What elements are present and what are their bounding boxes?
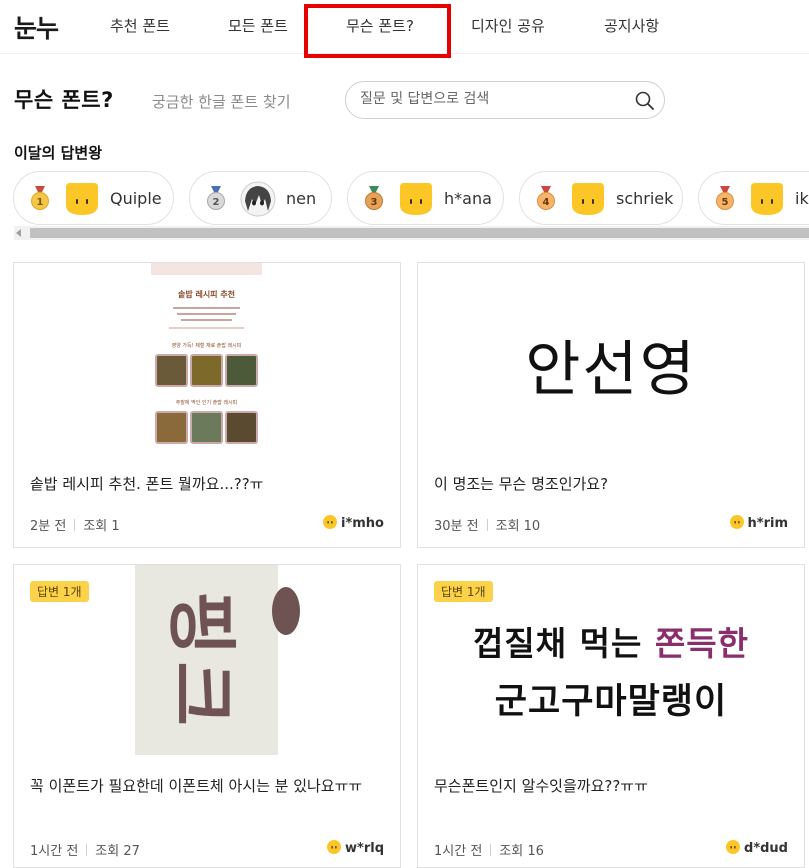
smiley-avatar-icon (751, 183, 783, 215)
author-name: h*rim (747, 516, 788, 531)
poster-section-1: 영양 가득! 제철 재료 솥밥 레시피 (171, 343, 242, 349)
smiley-avatar-icon (729, 515, 744, 529)
ranking-username: schriek (616, 189, 674, 208)
card-author[interactable]: d*dud (726, 840, 788, 856)
medal-rank: 2 (213, 197, 220, 208)
smiley-avatar-icon (323, 515, 337, 529)
page-title: 무슨 폰트? (14, 88, 114, 112)
post-time: 1시간 전 (434, 844, 483, 859)
ranking-scrollbar[interactable] (14, 226, 809, 240)
font-sample-accent: 쫀득한 (654, 624, 749, 663)
font-sample-line-1: 껍질채 먹는 쫀득한 (426, 617, 796, 665)
ranking-username: Quiple (110, 189, 162, 208)
question-card[interactable]: 핑크 답변 1개 꼭 이폰트가 필요한데 이폰트체 아시는 분 있나요ㅠㅠ 1시… (13, 564, 401, 868)
card-title[interactable]: 무슨폰트인지 알수잇을까요??ㅠㅠ (434, 775, 794, 798)
bronze-medal-icon: 3 (365, 186, 383, 210)
search-input[interactable] (360, 91, 630, 107)
ranking-chip[interactable]: 5 ik (698, 171, 809, 225)
ranking-label: 이달의 답변왕 (14, 144, 103, 162)
gold-medal-icon: 1 (31, 186, 49, 210)
view-count: 조회 10 (495, 519, 541, 534)
nav-item-recommended-fonts[interactable]: 추천 폰트 (110, 15, 170, 36)
view-count: 조회 27 (95, 844, 140, 859)
search-icon[interactable] (634, 90, 656, 112)
post-time: 2분 전 (30, 519, 67, 534)
orange-medal-icon: 4 (537, 186, 555, 210)
ranking-chip[interactable]: 1 Quiple (13, 171, 174, 225)
card-meta: 1시간 전 조회 27 (30, 840, 140, 859)
answer-count-badge: 답변 1개 (434, 581, 493, 602)
ranking-username: nen (286, 189, 317, 208)
smiley-avatar-icon (66, 183, 98, 215)
card-meta: 2분 전 조회 1 (30, 515, 120, 534)
scrollbar-thumb[interactable] (30, 228, 809, 238)
view-count: 조회 1 (83, 519, 120, 534)
card-meta: 1시간 전 조회 16 (434, 840, 544, 859)
scroll-left-arrow-icon[interactable] (16, 229, 21, 237)
silver-medal-icon: 2 (207, 186, 225, 210)
smiley-avatar-icon (726, 840, 741, 854)
photo-avatar-icon (240, 181, 276, 217)
author-name: w*rlq (345, 841, 384, 856)
card-author[interactable]: w*rlq (327, 840, 384, 856)
site-logo[interactable]: 눈누 (14, 9, 59, 45)
card-thumbnail: 안선영 (418, 263, 804, 453)
lettering-sample-text: 핑크 (160, 591, 243, 732)
answer-count-badge: 답변 1개 (30, 581, 89, 602)
medal-rank: 5 (722, 197, 729, 208)
smiley-avatar-icon (572, 183, 604, 215)
card-author[interactable]: i*mho (323, 515, 384, 531)
annotation-highlight-box (304, 4, 451, 58)
nav-item-all-fonts[interactable]: 모든 폰트 (228, 15, 288, 36)
search-box[interactable] (345, 81, 665, 119)
font-sample-text: 안선영 (525, 335, 697, 405)
card-meta: 30분 전 조회 10 (434, 515, 540, 534)
orange-medal-icon: 5 (716, 186, 734, 210)
page-subtitle: 궁금한 한글 폰트 찾기 (152, 93, 291, 111)
post-time: 1시간 전 (30, 844, 79, 859)
author-name: i*mho (341, 516, 384, 531)
view-count: 조회 16 (499, 844, 544, 859)
question-card[interactable]: 안선영 이 명조는 무슨 명조인가요? 30분 전 조회 10 h*rim (417, 262, 805, 548)
post-time: 30분 전 (434, 519, 479, 534)
ranking-list: 1 Quiple 2 nen 3 h*ana 4 schriek 5 ik (0, 170, 809, 226)
card-title[interactable]: 이 명조는 무슨 명조인가요? (434, 473, 794, 496)
medal-rank: 1 (37, 197, 44, 208)
nav-item-design-share[interactable]: 디자인 공유 (471, 15, 545, 36)
poster-section-2: 주말에 딱인 인기 솥밥 레시피 (175, 400, 238, 406)
font-sample-plain: 껍질채 먹는 (473, 624, 655, 663)
ranking-username: h*ana (444, 189, 492, 208)
card-thumbnail: 솥밥 레시피 추천 영양 가득! 제철 재료 솥밥 레시피 주말에 딱인 인기 … (14, 263, 400, 453)
smiley-avatar-icon (400, 183, 432, 215)
card-author[interactable]: h*rim (729, 515, 788, 531)
question-card[interactable]: 껍질채 먹는 쫀득한 군고구마말랭이 답변 1개 무슨폰트인지 알수잇을까요??… (417, 564, 805, 868)
ranking-chip[interactable]: 3 h*ana (347, 171, 504, 225)
question-card[interactable]: 솥밥 레시피 추천 영양 가득! 제철 재료 솥밥 레시피 주말에 딱인 인기 … (13, 262, 401, 548)
font-sample-line-2: 군고구마말랭이 (494, 682, 728, 722)
ranking-chip[interactable]: 2 nen (189, 171, 332, 225)
smiley-avatar-icon (327, 840, 342, 854)
medal-rank: 3 (371, 197, 378, 208)
lettering-photo-image: 핑크 (135, 565, 278, 755)
medal-rank: 4 (543, 197, 550, 208)
author-name: d*dud (744, 841, 788, 856)
nav-item-notices[interactable]: 공지사항 (604, 15, 659, 36)
card-title[interactable]: 꼭 이폰트가 필요한데 이폰트체 아시는 분 있나요ㅠㅠ (30, 775, 390, 798)
ranking-username: ik (795, 189, 809, 208)
recipe-poster-image: 솥밥 레시피 추천 영양 가득! 제철 재료 솥밥 레시피 주말에 딱인 인기 … (151, 263, 262, 453)
ranking-chip[interactable]: 4 schriek (519, 171, 683, 225)
decorative-blob (272, 587, 300, 635)
poster-heading: 솥밥 레시피 추천 (177, 290, 236, 299)
card-title[interactable]: 솥밥 레시피 추천. 폰트 뭘까요...??ㅠ (30, 473, 390, 496)
